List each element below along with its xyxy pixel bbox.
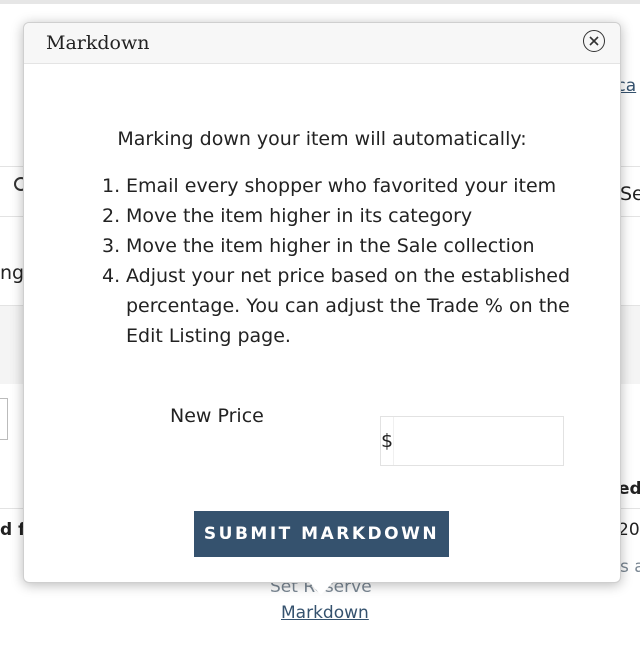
- modal-pointer-caret: [309, 582, 333, 595]
- markdown-link[interactable]: Markdown: [281, 603, 369, 623]
- row-value: 202: [618, 520, 640, 540]
- step-text: Email every shopper who favorited your i…: [126, 175, 557, 197]
- markdown-intro: Marking down your item will automaticall…: [117, 128, 527, 150]
- step-number: 1.: [102, 175, 121, 197]
- step-text: Move the item higher in its category: [126, 205, 473, 227]
- markdown-steps-list: 1. Email every shopper who favorited your…: [102, 171, 596, 351]
- new-price-label: New Price: [170, 405, 264, 427]
- page-top-bar: [0, 0, 640, 4]
- list-item: 2. Move the item higher in its category: [102, 201, 596, 231]
- background-text: Se: [620, 183, 640, 205]
- step-number: 4.: [102, 265, 121, 287]
- modal-header: Markdown: [24, 23, 620, 64]
- markdown-modal: Markdown Marking down your item will aut…: [23, 22, 636, 583]
- new-price-input[interactable]: [394, 417, 636, 465]
- submit-markdown-button[interactable]: SUBMIT MARKDOWN: [194, 511, 449, 557]
- new-price-field: $: [380, 416, 636, 466]
- list-item: 3. Move the item higher in the Sale colle…: [102, 231, 596, 261]
- list-item: 1. Email every shopper who favorited your…: [102, 171, 596, 201]
- step-number: 2.: [102, 205, 121, 227]
- row-note: s a: [620, 557, 640, 577]
- close-icon: [589, 36, 599, 46]
- background-input[interactable]: [0, 398, 8, 440]
- modal-title: Markdown: [46, 32, 150, 54]
- background-text: ng: [0, 262, 25, 284]
- step-text: Adjust your net price based on the estab…: [126, 265, 571, 347]
- step-number: 3.: [102, 235, 121, 257]
- step-text: Move the item higher in the Sale collect…: [126, 235, 535, 257]
- column-header: ed: [618, 479, 640, 499]
- list-item: 4. Adjust your net price based on the est…: [102, 261, 596, 351]
- currency-prefix: $: [381, 417, 395, 465]
- close-button[interactable]: [583, 30, 605, 52]
